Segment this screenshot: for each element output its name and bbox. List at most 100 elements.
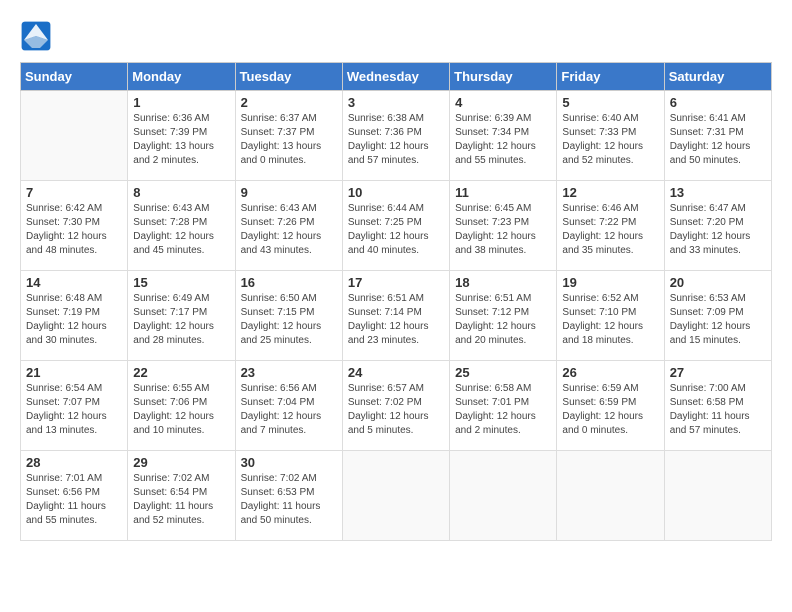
logo-icon xyxy=(20,20,52,52)
page-header xyxy=(20,20,772,52)
day-number: 2 xyxy=(241,95,337,110)
day-number: 20 xyxy=(670,275,766,290)
calendar-cell: 11 Sunrise: 6:45 AM Sunset: 7:23 PM Dayli… xyxy=(450,181,557,271)
calendar-cell: 13Sunrise: 6:47 AM Sunset: 7:20 PM Dayli… xyxy=(664,181,771,271)
day-info: Sunrise: 6:51 AM Sunset: 7:12 PM Dayligh… xyxy=(455,292,551,348)
day-info: Sunrise: 6:49 AM Sunset: 7:17 PM Dayligh… xyxy=(133,292,229,348)
header-day-monday: Monday xyxy=(128,63,235,91)
calendar-cell: 21 Sunrise: 6:54 AM Sunset: 7:07 PM Dayli… xyxy=(21,361,128,451)
day-info: Sunrise: 6:58 AM Sunset: 7:01 PM Dayligh… xyxy=(455,382,551,438)
day-info: Sunrise: 7:01 AM Sunset: 6:56 PM Dayligh… xyxy=(26,472,122,528)
day-info: Sunrise: 6:51 AM Sunset: 7:14 PM Dayligh… xyxy=(348,292,444,348)
calendar-cell: 10 Sunrise: 6:44 AM Sunset: 7:25 PM Dayli… xyxy=(342,181,449,271)
header-day-saturday: Saturday xyxy=(664,63,771,91)
day-number: 4 xyxy=(455,95,551,110)
day-info: Sunrise: 6:54 AM Sunset: 7:07 PM Dayligh… xyxy=(26,382,122,438)
calendar-week-2: 7 Sunrise: 6:42 AM Sunset: 7:30 PM Daylig… xyxy=(21,181,772,271)
day-number: 29 xyxy=(133,455,229,470)
day-info: Sunrise: 7:02 AM Sunset: 6:54 PM Dayligh… xyxy=(133,472,229,528)
calendar-cell: 17Sunrise: 6:51 AM Sunset: 7:14 PM Dayli… xyxy=(342,271,449,361)
calendar-cell: 27Sunrise: 7:00 AM Sunset: 6:58 PM Dayli… xyxy=(664,361,771,451)
logo xyxy=(20,20,56,52)
day-info: Sunrise: 6:53 AM Sunset: 7:09 PM Dayligh… xyxy=(670,292,766,348)
calendar-body: 1Sunrise: 6:36 AM Sunset: 7:39 PM Daylig… xyxy=(21,91,772,541)
header-day-sunday: Sunday xyxy=(21,63,128,91)
day-number: 12 xyxy=(562,185,658,200)
day-number: 7 xyxy=(26,185,122,200)
day-number: 3 xyxy=(348,95,444,110)
calendar-cell xyxy=(557,451,664,541)
calendar-cell: 22 Sunrise: 6:55 AM Sunset: 7:06 PM Dayli… xyxy=(128,361,235,451)
day-info: Sunrise: 6:55 AM Sunset: 7:06 PM Dayligh… xyxy=(133,382,229,438)
day-info: Sunrise: 6:44 AM Sunset: 7:25 PM Dayligh… xyxy=(348,202,444,258)
day-info: Sunrise: 6:59 AM Sunset: 6:59 PM Dayligh… xyxy=(562,382,658,438)
day-number: 19 xyxy=(562,275,658,290)
calendar-week-3: 14Sunrise: 6:48 AM Sunset: 7:19 PM Dayli… xyxy=(21,271,772,361)
calendar-week-1: 1Sunrise: 6:36 AM Sunset: 7:39 PM Daylig… xyxy=(21,91,772,181)
day-number: 13 xyxy=(670,185,766,200)
day-info: Sunrise: 6:46 AM Sunset: 7:22 PM Dayligh… xyxy=(562,202,658,258)
day-info: Sunrise: 6:50 AM Sunset: 7:15 PM Dayligh… xyxy=(241,292,337,348)
day-number: 28 xyxy=(26,455,122,470)
calendar-cell: 9Sunrise: 6:43 AM Sunset: 7:26 PM Daylig… xyxy=(235,181,342,271)
day-info: Sunrise: 6:56 AM Sunset: 7:04 PM Dayligh… xyxy=(241,382,337,438)
calendar-cell: 28 Sunrise: 7:01 AM Sunset: 6:56 PM Dayli… xyxy=(21,451,128,541)
calendar-cell: 4 Sunrise: 6:39 AM Sunset: 7:34 PM Daylig… xyxy=(450,91,557,181)
calendar-cell: 24 Sunrise: 6:57 AM Sunset: 7:02 PM Dayli… xyxy=(342,361,449,451)
day-info: Sunrise: 6:38 AM Sunset: 7:36 PM Dayligh… xyxy=(348,112,444,168)
day-number: 8 xyxy=(133,185,229,200)
day-number: 10 xyxy=(348,185,444,200)
day-info: Sunrise: 6:57 AM Sunset: 7:02 PM Dayligh… xyxy=(348,382,444,438)
calendar-cell: 6 Sunrise: 6:41 AM Sunset: 7:31 PM Daylig… xyxy=(664,91,771,181)
calendar-cell: 15 Sunrise: 6:49 AM Sunset: 7:17 PM Dayli… xyxy=(128,271,235,361)
day-number: 15 xyxy=(133,275,229,290)
calendar-cell: 7 Sunrise: 6:42 AM Sunset: 7:30 PM Daylig… xyxy=(21,181,128,271)
calendar-cell: 16 Sunrise: 6:50 AM Sunset: 7:15 PM Dayli… xyxy=(235,271,342,361)
calendar-cell: 5 Sunrise: 6:40 AM Sunset: 7:33 PM Daylig… xyxy=(557,91,664,181)
header-day-thursday: Thursday xyxy=(450,63,557,91)
day-info: Sunrise: 7:00 AM Sunset: 6:58 PM Dayligh… xyxy=(670,382,766,438)
day-number: 14 xyxy=(26,275,122,290)
day-number: 6 xyxy=(670,95,766,110)
calendar-cell: 18 Sunrise: 6:51 AM Sunset: 7:12 PM Dayli… xyxy=(450,271,557,361)
calendar-cell: 20 Sunrise: 6:53 AM Sunset: 7:09 PM Dayli… xyxy=(664,271,771,361)
day-number: 16 xyxy=(241,275,337,290)
day-info: Sunrise: 6:39 AM Sunset: 7:34 PM Dayligh… xyxy=(455,112,551,168)
day-number: 1 xyxy=(133,95,229,110)
header-day-wednesday: Wednesday xyxy=(342,63,449,91)
calendar-cell xyxy=(450,451,557,541)
calendar-cell xyxy=(21,91,128,181)
day-info: Sunrise: 6:41 AM Sunset: 7:31 PM Dayligh… xyxy=(670,112,766,168)
day-info: Sunrise: 6:42 AM Sunset: 7:30 PM Dayligh… xyxy=(26,202,122,258)
calendar-cell: 2 Sunrise: 6:37 AM Sunset: 7:37 PM Daylig… xyxy=(235,91,342,181)
calendar-week-5: 28 Sunrise: 7:01 AM Sunset: 6:56 PM Dayli… xyxy=(21,451,772,541)
day-info: Sunrise: 6:45 AM Sunset: 7:23 PM Dayligh… xyxy=(455,202,551,258)
calendar-cell xyxy=(342,451,449,541)
day-info: Sunrise: 7:02 AM Sunset: 6:53 PM Dayligh… xyxy=(241,472,337,528)
day-number: 9 xyxy=(241,185,337,200)
calendar-cell: 3 Sunrise: 6:38 AM Sunset: 7:36 PM Daylig… xyxy=(342,91,449,181)
calendar-cell: 12 Sunrise: 6:46 AM Sunset: 7:22 PM Dayli… xyxy=(557,181,664,271)
day-number: 30 xyxy=(241,455,337,470)
calendar-week-4: 21 Sunrise: 6:54 AM Sunset: 7:07 PM Dayli… xyxy=(21,361,772,451)
day-number: 24 xyxy=(348,365,444,380)
header-day-tuesday: Tuesday xyxy=(235,63,342,91)
day-info: Sunrise: 6:37 AM Sunset: 7:37 PM Dayligh… xyxy=(241,112,337,168)
day-info: Sunrise: 6:40 AM Sunset: 7:33 PM Dayligh… xyxy=(562,112,658,168)
day-number: 22 xyxy=(133,365,229,380)
calendar-cell: 30 Sunrise: 7:02 AM Sunset: 6:53 PM Dayli… xyxy=(235,451,342,541)
day-info: Sunrise: 6:43 AM Sunset: 7:28 PM Dayligh… xyxy=(133,202,229,258)
day-number: 11 xyxy=(455,185,551,200)
calendar-cell xyxy=(664,451,771,541)
calendar-cell: 1Sunrise: 6:36 AM Sunset: 7:39 PM Daylig… xyxy=(128,91,235,181)
day-info: Sunrise: 6:52 AM Sunset: 7:10 PM Dayligh… xyxy=(562,292,658,348)
day-number: 5 xyxy=(562,95,658,110)
day-number: 21 xyxy=(26,365,122,380)
calendar-cell: 25Sunrise: 6:58 AM Sunset: 7:01 PM Dayli… xyxy=(450,361,557,451)
calendar-header-row: SundayMondayTuesdayWednesdayThursdayFrid… xyxy=(21,63,772,91)
calendar-cell: 23Sunrise: 6:56 AM Sunset: 7:04 PM Dayli… xyxy=(235,361,342,451)
day-number: 26 xyxy=(562,365,658,380)
day-number: 18 xyxy=(455,275,551,290)
header-day-friday: Friday xyxy=(557,63,664,91)
calendar-cell: 8 Sunrise: 6:43 AM Sunset: 7:28 PM Daylig… xyxy=(128,181,235,271)
